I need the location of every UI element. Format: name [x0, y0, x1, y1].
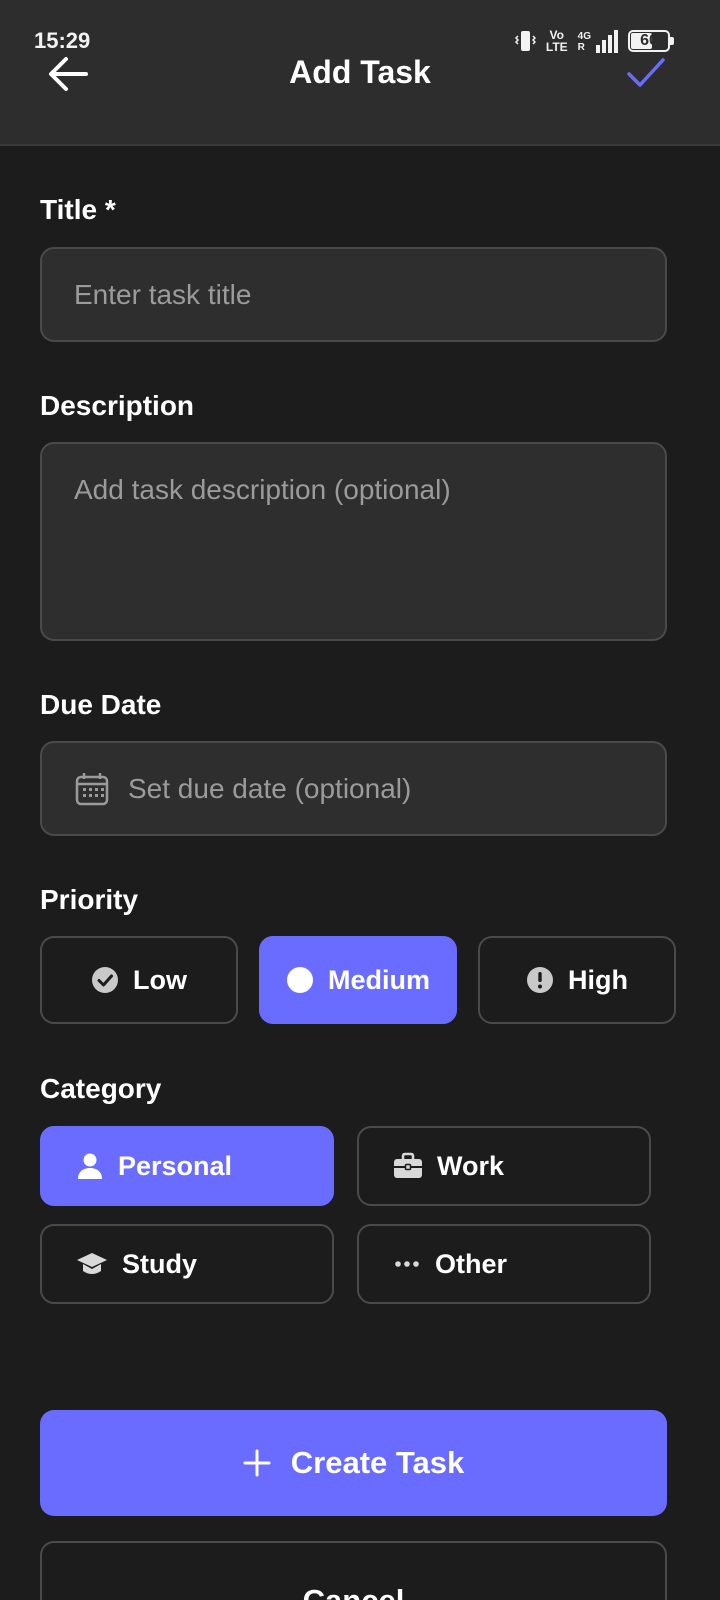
status-time: 15:29 — [34, 28, 91, 53]
battery-tip — [670, 37, 674, 45]
cancel-label: Cancel — [303, 1583, 405, 1600]
priority-medium-label: Medium — [327, 964, 430, 995]
category-personal-label: Personal — [118, 1150, 233, 1181]
calendar-icon — [74, 771, 110, 807]
status-icons: Vo LTE 4G R 60 — [514, 26, 674, 56]
check-icon — [626, 56, 666, 90]
cancel-button[interactable]: Cancel — [40, 1541, 667, 1600]
signal-bar — [596, 45, 600, 53]
battery-icon: 60 — [628, 30, 674, 52]
due-date-field[interactable]: Set due date (optional) — [40, 741, 667, 836]
category-other-button[interactable]: Other — [357, 1224, 651, 1304]
priority-high-label: High — [568, 964, 628, 995]
category-study-label: Study — [122, 1248, 198, 1279]
page-title: Add Task — [289, 54, 431, 90]
exclamation-circle-icon — [526, 966, 554, 994]
category-label: Category — [40, 1073, 162, 1104]
volte-bottom: LTE — [545, 40, 568, 54]
network-type-top: 4G — [577, 31, 591, 42]
priority-label: Priority — [40, 884, 139, 915]
description-input[interactable]: Add task description (optional) — [40, 442, 667, 641]
priority-low-label: Low — [133, 964, 187, 995]
create-task-button[interactable]: Create Task — [40, 1410, 667, 1516]
title-placeholder: Enter task title — [74, 278, 252, 310]
category-work-label: Work — [437, 1150, 505, 1181]
category-other-label: Other — [435, 1248, 508, 1279]
battery-level: 60 — [640, 32, 658, 49]
vibrate-icon — [514, 29, 536, 53]
check-circle-icon — [91, 966, 119, 994]
priority-low-button[interactable]: Low — [40, 936, 238, 1024]
person-icon — [76, 1152, 104, 1180]
more-horizontal-icon — [393, 1250, 421, 1278]
network-type-bottom: R — [577, 42, 585, 53]
due-date-placeholder: Set due date (optional) — [128, 772, 412, 804]
plus-icon — [243, 1449, 271, 1477]
create-task-label: Create Task — [290, 1445, 465, 1480]
description-placeholder: Add task description (optional) — [74, 474, 451, 505]
briefcase-icon — [393, 1152, 423, 1180]
signal-bar — [608, 35, 612, 53]
signal-icon: 4G R — [578, 29, 618, 53]
priority-medium-button[interactable]: Medium — [259, 936, 457, 1024]
title-input[interactable]: Enter task title — [40, 247, 667, 342]
signal-bar — [614, 30, 618, 53]
title-label: Title * — [40, 194, 116, 225]
signal-bar — [602, 40, 606, 53]
volte-indicator: Vo LTE — [546, 29, 568, 53]
circle-icon — [286, 966, 314, 994]
graduation-cap-icon — [76, 1250, 108, 1278]
app-bar: 15:29 Vo LTE 4G R 60 Add Task — [0, 0, 720, 146]
save-button[interactable] — [626, 56, 670, 92]
network-type: 4G R — [578, 31, 591, 53]
category-study-button[interactable]: Study — [40, 1224, 334, 1304]
category-personal-button[interactable]: Personal — [40, 1126, 334, 1206]
category-work-button[interactable]: Work — [357, 1126, 651, 1206]
priority-high-button[interactable]: High — [478, 936, 676, 1024]
due-date-label: Due Date — [40, 689, 162, 720]
description-label: Description — [40, 390, 195, 421]
